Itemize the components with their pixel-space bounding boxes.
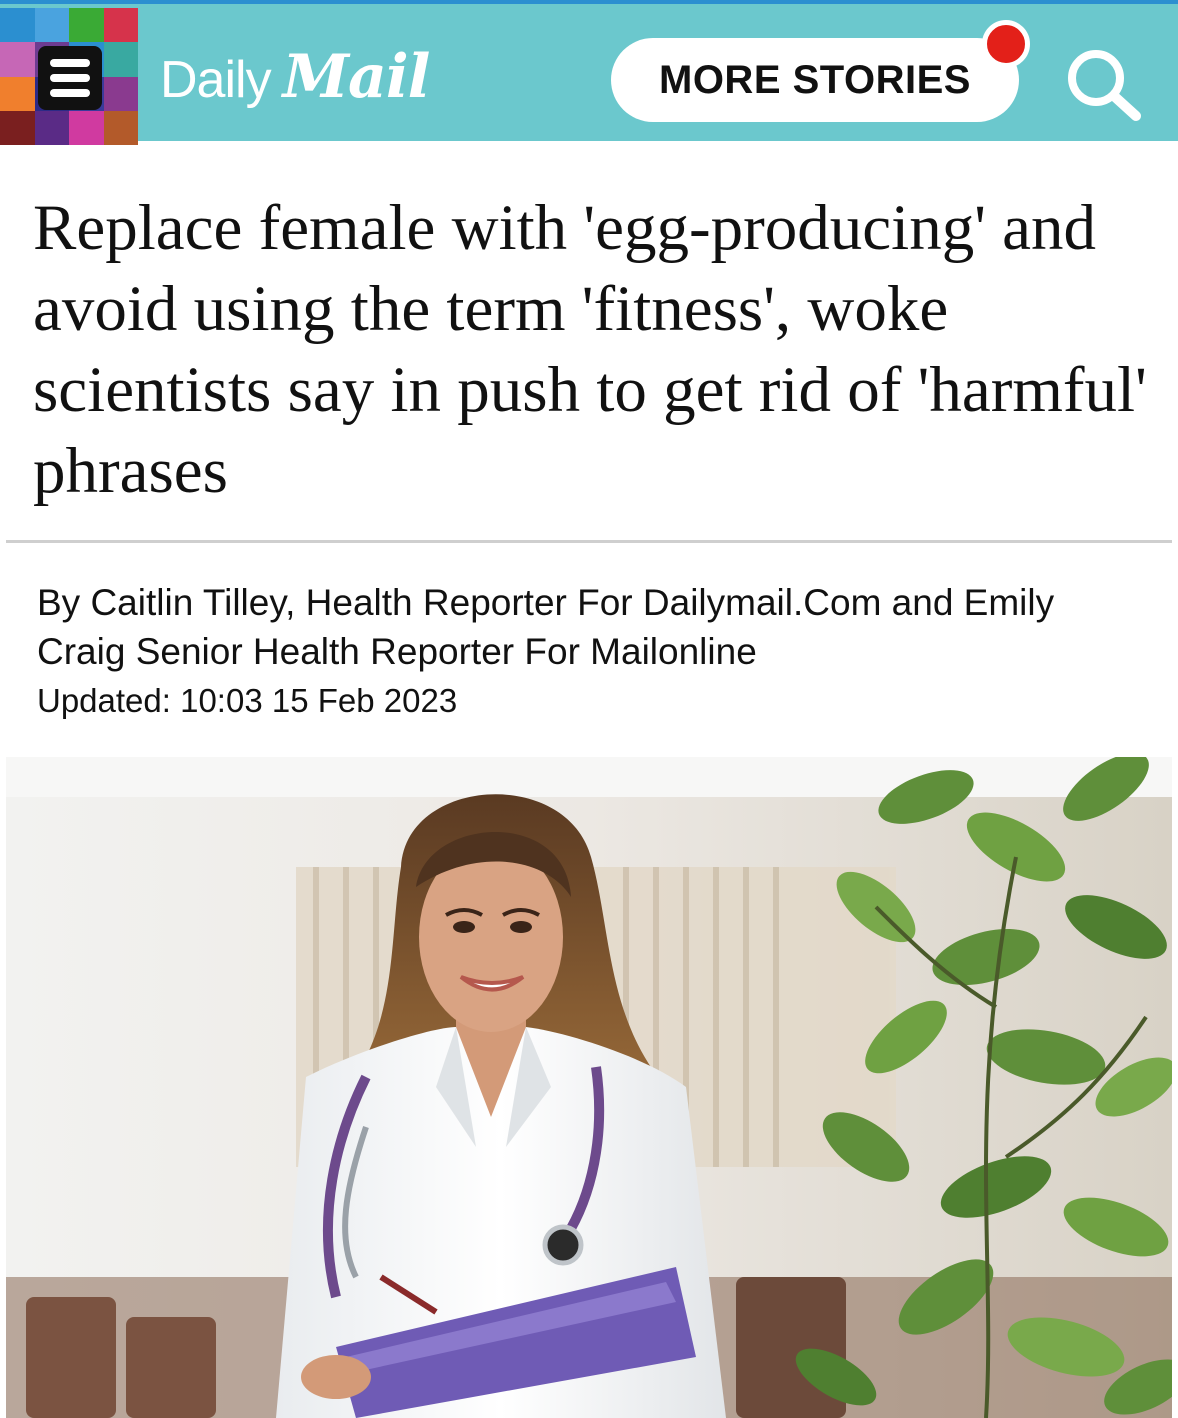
article-hero-image[interactable]	[6, 757, 1172, 1418]
site-header: Daily Mail MORE STORIES	[0, 0, 1178, 145]
notification-dot	[982, 20, 1030, 68]
mosaic-tile	[103, 8, 138, 43]
mosaic-tile	[0, 110, 35, 145]
divider	[6, 540, 1172, 543]
article-byline: By Caitlin Tilley, Health Reporter For D…	[37, 582, 1055, 672]
article-headline: Replace female with 'egg-producing' and …	[33, 192, 1147, 507]
mosaic-tile	[34, 110, 69, 145]
logo-mail-text: Mail	[282, 42, 431, 112]
menu-button[interactable]	[38, 46, 102, 110]
mosaic-tile	[103, 42, 138, 77]
mosaic-tile	[0, 42, 35, 77]
mosaic-tile	[103, 76, 138, 111]
search-icon[interactable]	[1062, 46, 1146, 122]
mosaic-tile	[0, 8, 35, 43]
mosaic-tile	[69, 110, 104, 145]
article-updated-timestamp: Updated: 10:03 15 Feb 2023	[37, 682, 458, 719]
mosaic-tile	[0, 76, 35, 111]
logo-daily-text: Daily	[160, 51, 272, 109]
mosaic-tile	[69, 8, 104, 43]
site-logo[interactable]: Daily Mail	[160, 42, 431, 112]
more-stories-button[interactable]: MORE STORIES	[611, 38, 1019, 122]
mosaic-tile	[103, 110, 138, 145]
mosaic-tile	[34, 8, 69, 43]
hamburger-icon	[50, 59, 90, 67]
